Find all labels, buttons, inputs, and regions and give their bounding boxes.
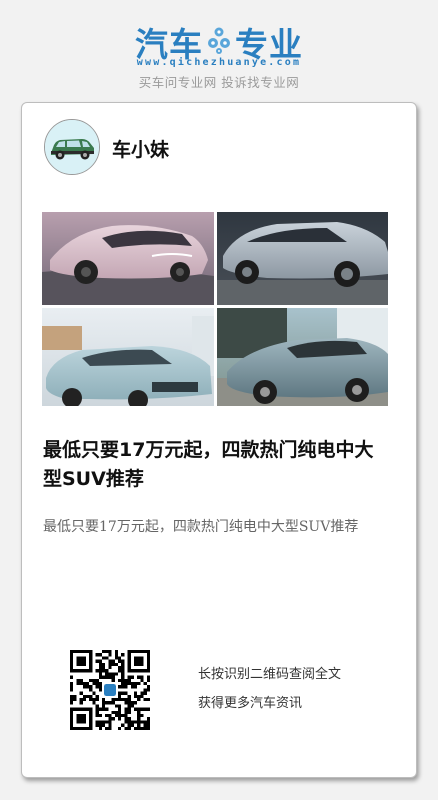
- photo-grid: [42, 212, 388, 406]
- pink-suv-photo[interactable]: [42, 212, 214, 305]
- site-url: www.qichezhuanye.com: [136, 57, 302, 68]
- qr-caption-line1: 长按识别二维码查阅全文: [198, 667, 342, 682]
- qr-caption: 长按识别二维码查阅全文 获得更多汽车资讯: [198, 660, 341, 718]
- author-name[interactable]: 车小妹: [112, 135, 169, 162]
- silver-suv-photo[interactable]: [217, 212, 388, 305]
- qr-caption-line2: 获得更多汽车资讯: [198, 696, 303, 711]
- article-title[interactable]: 最低只要17万元起，四款热门纯电中大型SUV推荐: [43, 436, 383, 494]
- gear-icon: [206, 26, 232, 58]
- site-slogan: 买车问专业网 投诉找专业网: [138, 75, 300, 90]
- article-card[interactable]: 车小妹 最低只要17万元起，四款热门纯电中大型SUV推荐 最低只要17万元起，四…: [21, 102, 417, 778]
- car-avatar-icon[interactable]: [44, 119, 100, 175]
- site-header: 汽车 专业 www.qichezhuanye.com 买车问专业网 投诉找专业网: [0, 0, 438, 100]
- green-grey-suv-photo[interactable]: [217, 308, 388, 406]
- article-summary: 最低只要17万元起，四款热门纯电中大型SUV推荐: [43, 519, 359, 535]
- light-blue-suv-photo[interactable]: [42, 308, 214, 406]
- qr-code[interactable]: [70, 650, 150, 730]
